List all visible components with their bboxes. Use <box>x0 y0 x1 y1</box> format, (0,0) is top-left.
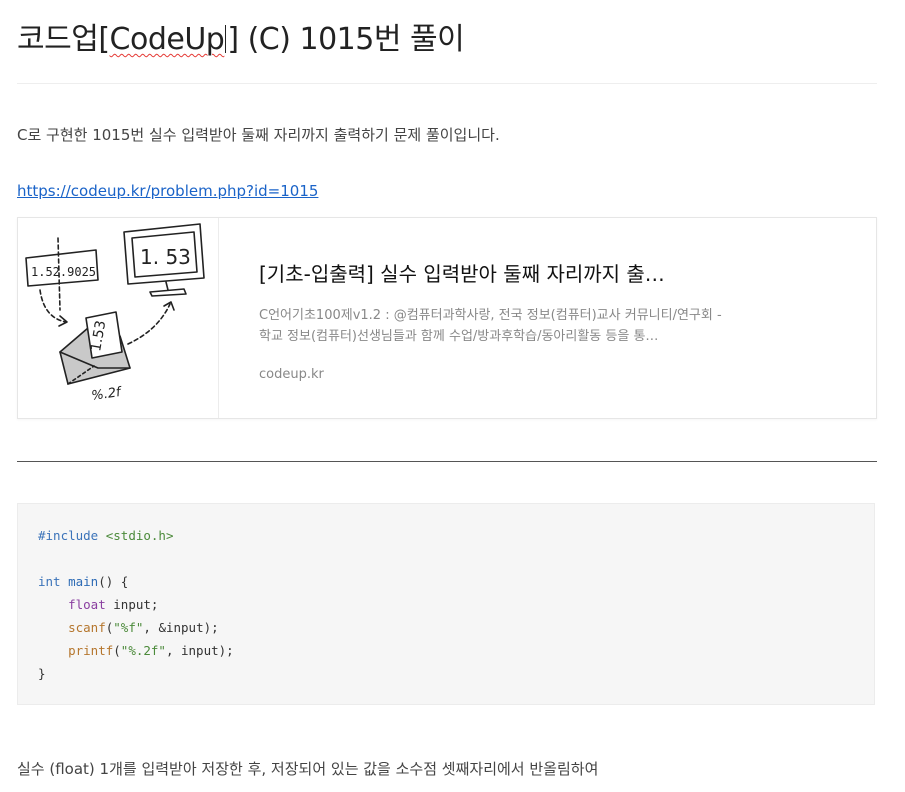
thumb-input-value: 1.52.9025 <box>31 265 96 279</box>
post-title: 코드업[CodeUp] (C) 1015번 풀이 <box>17 14 465 58</box>
envelope-illustration-icon: 1.52.9025 1. 53 1.53 %.2f <box>25 223 205 404</box>
code-token: #include <box>38 528 99 543</box>
title-bracket-close: ] <box>227 22 239 57</box>
code-block: #include <stdio.h> int main() { float in… <box>17 503 875 705</box>
code-line: scanf("%f", &input); <box>38 616 854 639</box>
code-token: "%.2f" <box>120 643 166 658</box>
preview-title: [기초-입출력] 실수 입력받아 둘째 자리까지 출… <box>259 262 665 286</box>
code-line: float input; <box>38 593 854 616</box>
code-token: main <box>68 574 99 589</box>
thumb-format-text: %.2f <box>90 385 124 404</box>
code-token: "%f" <box>113 620 144 635</box>
title-bracket-open: [ <box>98 22 110 57</box>
code-line: } <box>38 662 854 685</box>
code-token: () { <box>98 574 129 589</box>
code-token: float <box>68 597 106 612</box>
code-line: printf("%.2f", input); <box>38 639 854 662</box>
code-token: scanf <box>68 620 106 635</box>
thumb-monitor-value: 1. 53 <box>140 245 191 269</box>
code-token: input; <box>105 597 159 612</box>
outro-text: 실수 (float) 1개를 입력받아 저장한 후, 저장되어 있는 값을 소수… <box>17 760 599 778</box>
code-line: int main() { <box>38 570 854 593</box>
preview-thumbnail: 1.52.9025 1. 53 1.53 %.2f <box>18 218 219 418</box>
preview-description: C언어기초100제v1.2 : @컴퓨터과학사랑, 전국 정보(컴퓨터)교사 커… <box>259 308 722 344</box>
code-token: , &input); <box>143 620 219 635</box>
title-divider <box>17 83 877 84</box>
code-token: int <box>38 574 61 589</box>
problem-link[interactable]: https://codeup.kr/problem.php?id=1015 <box>17 182 318 200</box>
preview-domain: codeup.kr <box>259 367 324 382</box>
link-preview-card[interactable]: 1.52.9025 1. 53 1.53 %.2f [기초-입출력] 실수 입력… <box>17 217 877 419</box>
horizontal-rule <box>17 461 877 462</box>
title-prefix: 코드업 <box>17 22 99 57</box>
code-token: , input); <box>165 643 234 658</box>
code-token: ( <box>113 643 121 658</box>
code-token: } <box>38 666 46 681</box>
code-token: <stdio.h> <box>105 528 174 543</box>
code-token: printf <box>68 643 114 658</box>
preview-body: [기초-입출력] 실수 입력받아 둘째 자리까지 출… C언어기초100제v1.… <box>259 258 729 382</box>
code-line: #include <stdio.h> <box>38 524 854 547</box>
title-bracket-text: CodeUp <box>109 22 225 57</box>
title-rest: (C) 1015번 풀이 <box>238 22 465 57</box>
intro-text: C로 구현한 1015번 실수 입력받아 둘째 자리까지 출력하기 문제 풀이입… <box>17 126 500 144</box>
